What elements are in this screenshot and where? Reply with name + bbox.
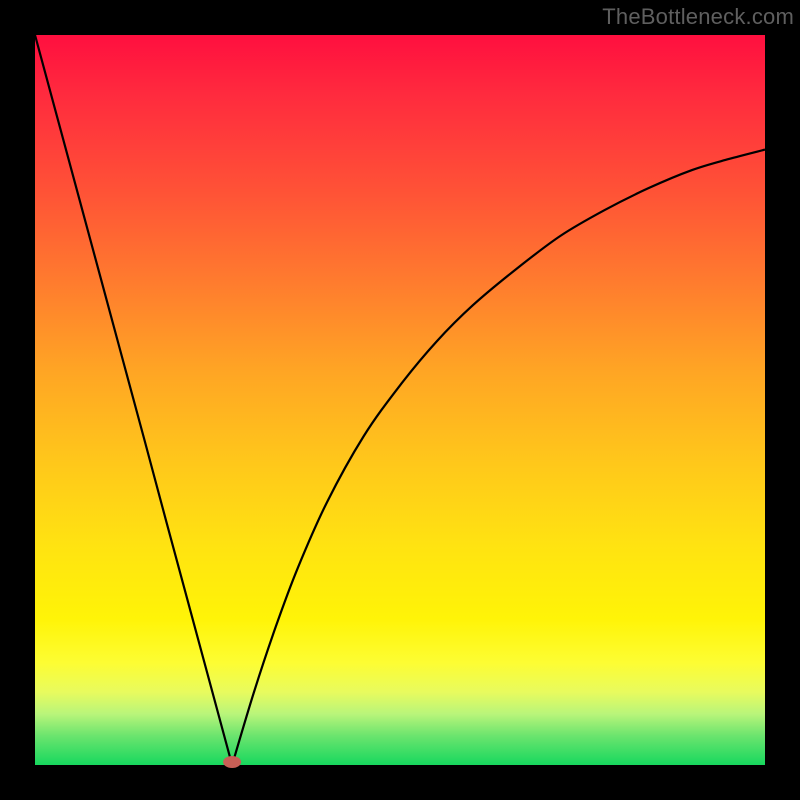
- bottleneck-curve: [35, 35, 765, 765]
- chart-frame: TheBottleneck.com: [0, 0, 800, 800]
- plot-area: [35, 35, 765, 765]
- watermark-text: TheBottleneck.com: [602, 4, 794, 30]
- minimum-marker: [223, 756, 241, 768]
- chart-svg: [35, 35, 765, 765]
